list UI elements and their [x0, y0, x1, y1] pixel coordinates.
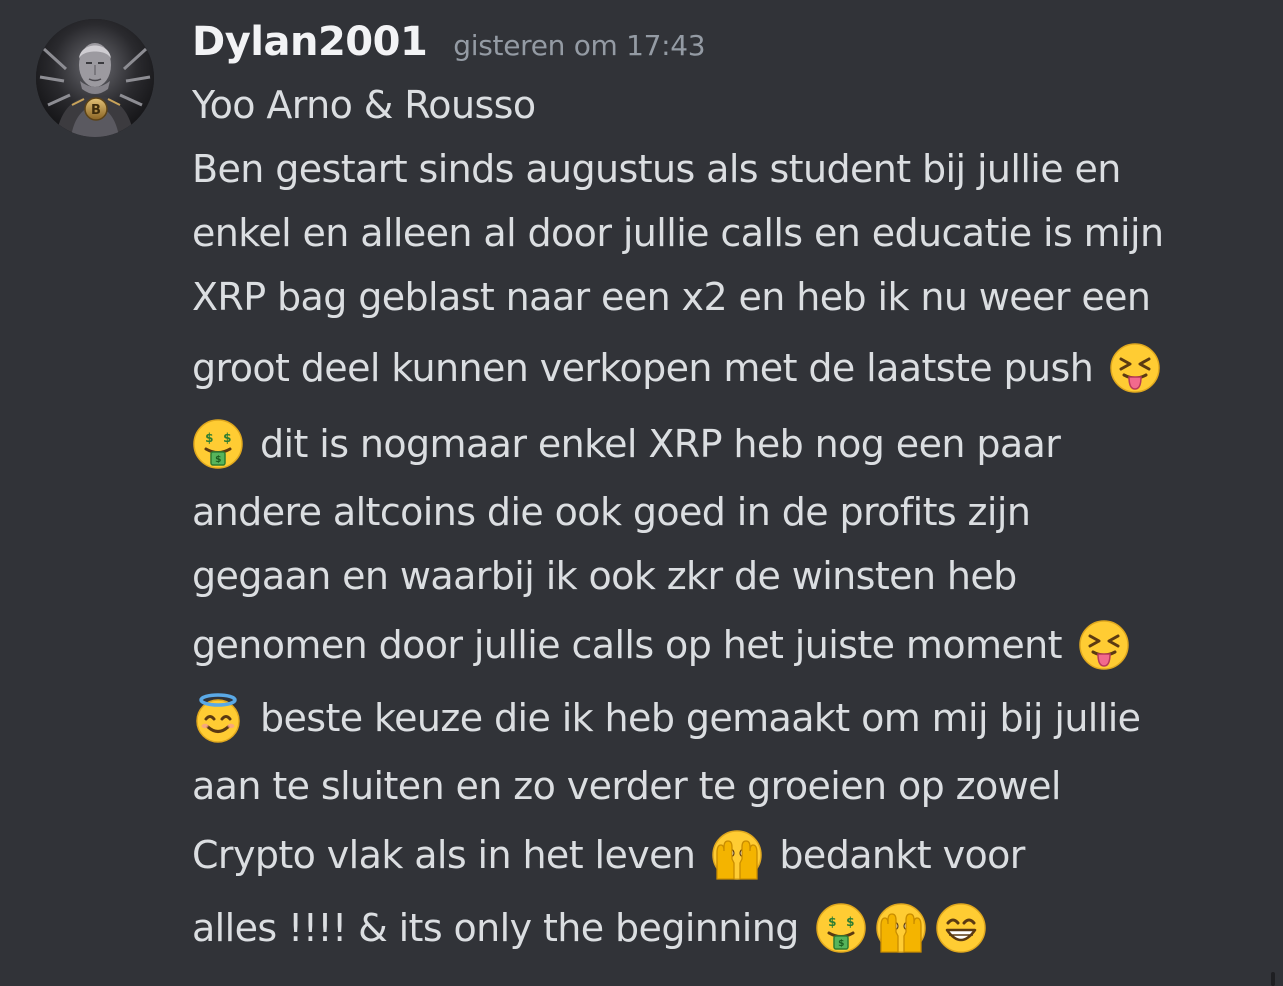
message-text: Ben gestart sinds augustus als student b… [192, 147, 1121, 191]
svg-text:$: $ [828, 915, 836, 929]
squinting-face-with-tongue-icon [1109, 342, 1161, 394]
message-line: XRP bag geblast naar een x2 en heb ik nu… [192, 265, 1262, 329]
message-text: gegaan en waarbij ik ook zkr de winsten … [192, 554, 1017, 598]
squinting-face-with-tongue-icon [1078, 619, 1130, 671]
message-line: alles !!!! & its only the beginning $ $ … [192, 891, 1262, 964]
svg-text:$: $ [846, 915, 854, 929]
svg-text:B: B [91, 103, 101, 118]
message-line: Crypto vlak als in het leven bedankt voo… [192, 818, 1262, 891]
message-content: Yoo Arno & Rousso Ben gestart sinds augu… [192, 73, 1262, 964]
username[interactable]: Dylan2001 [192, 12, 428, 72]
scrollbar[interactable] [1271, 972, 1275, 986]
message-text: bedankt voor [779, 832, 1025, 877]
bitcoin-figure-avatar-icon: B [36, 19, 154, 137]
message-text: alles !!!! & its only the beginning [192, 905, 799, 950]
svg-text:$: $ [838, 939, 844, 949]
smiling-face-with-halo-icon [192, 692, 244, 744]
message-text: andere altcoins die ook goed in de profi… [192, 490, 1031, 534]
face-with-peeking-eye-icon [711, 829, 763, 881]
svg-text:$: $ [223, 431, 231, 445]
message-text: groot deel kunnen verkopen met de laatst… [192, 346, 1094, 390]
message-line: groot deel kunnen verkopen met de laatst… [192, 329, 1262, 407]
message-line: andere altcoins die ook goed in de profi… [192, 480, 1262, 544]
message-line: genomen door jullie calls op het juiste … [192, 608, 1262, 681]
message-text: beste keuze die ik heb gemaakt om mij bi… [260, 695, 1141, 740]
chat-message: B Dylan2001 gisteren om 17:43 Yoo Arno &… [0, 0, 1283, 986]
message-line: Yoo Arno & Rousso [192, 73, 1262, 137]
timestamp: gisteren om 17:43 [453, 29, 706, 62]
money-mouth-face-icon: $ $ $ [192, 418, 244, 470]
message-text: aan te sluiten en zo verder te groeien o… [192, 764, 1061, 808]
message-text: Crypto vlak als in het leven [192, 832, 696, 877]
message-text: enkel en alleen al door jullie calls en … [192, 211, 1164, 255]
message-text: genomen door jullie calls op het juiste … [192, 622, 1063, 667]
message-line: beste keuze die ik heb gemaakt om mij bi… [192, 681, 1262, 754]
message-line: aan te sluiten en zo verder te groeien o… [192, 754, 1262, 818]
message-text: dit is nogmaar enkel XRP heb nog een paa… [260, 421, 1061, 466]
message-line: Ben gestart sinds augustus als student b… [192, 137, 1262, 201]
message-header: Dylan2001 gisteren om 17:43 [192, 12, 706, 72]
message-line: enkel en alleen al door jullie calls en … [192, 201, 1262, 265]
svg-text:$: $ [215, 455, 221, 465]
avatar[interactable]: B [36, 19, 154, 137]
beaming-face-icon [935, 902, 987, 954]
message-line: $ $ $ dit is nogmaar enkel XRP heb nog e… [192, 407, 1262, 480]
message-line: gegaan en waarbij ik ook zkr de winsten … [192, 544, 1262, 608]
face-with-peeking-eye-icon [875, 902, 927, 954]
svg-text:$: $ [205, 431, 213, 445]
message-text: Yoo Arno & Rousso [192, 83, 536, 127]
message-text: XRP bag geblast naar een x2 en heb ik nu… [192, 275, 1151, 319]
money-mouth-face-icon: $ $ $ [815, 902, 867, 954]
